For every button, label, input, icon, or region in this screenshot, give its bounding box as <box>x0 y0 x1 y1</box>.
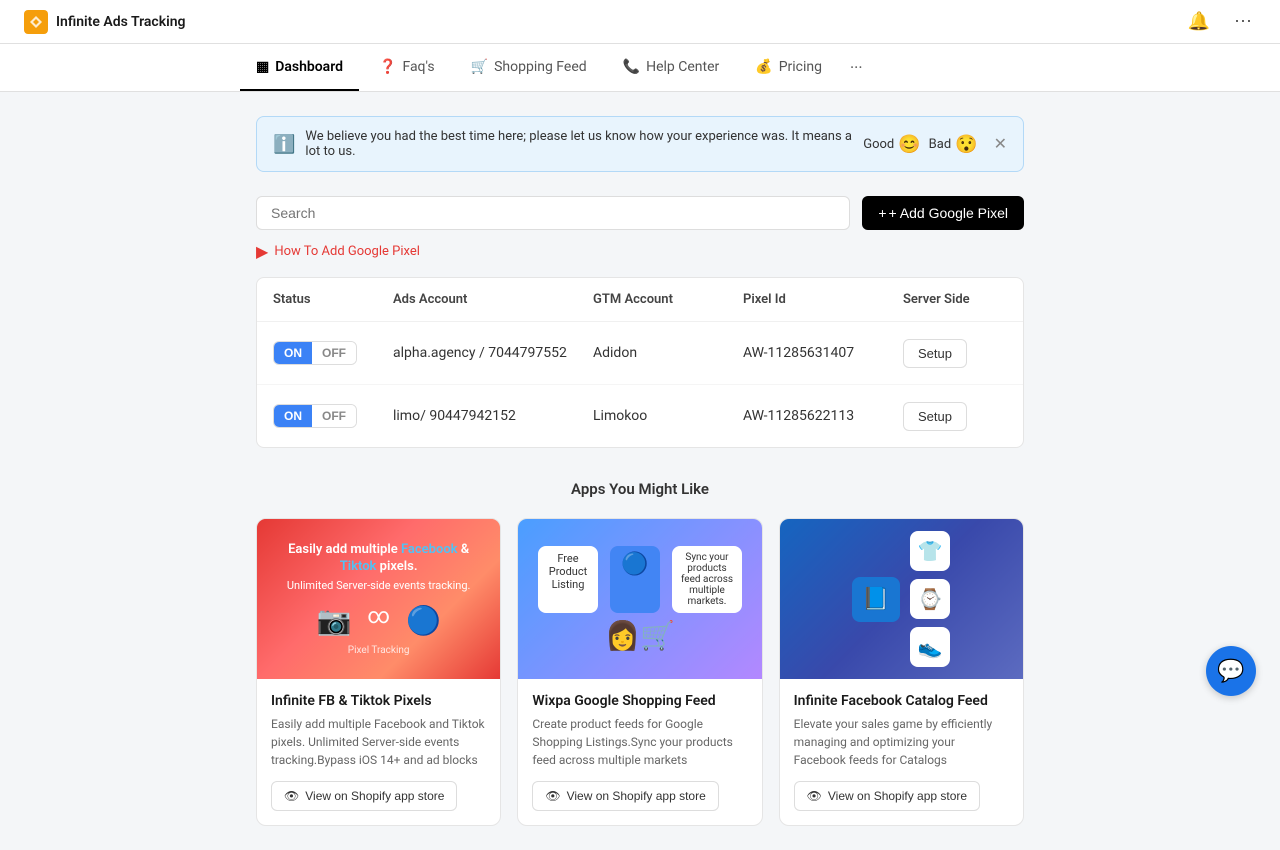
nav-item-faqs[interactable]: ❓ Faq's <box>363 45 451 91</box>
setup-button-2[interactable]: Setup <box>903 402 967 431</box>
bad-label: Bad <box>929 137 952 152</box>
shopping-icon: 🛒 <box>471 59 488 75</box>
main-nav: ▦ Dashboard ❓ Faq's 🛒 Shopping Feed 📞 He… <box>0 44 1280 92</box>
store-icon-3: 👁 <box>807 789 822 803</box>
search-input[interactable] <box>256 196 850 230</box>
header-right: 🔔 ⋯ <box>1184 7 1256 36</box>
app-card-image-3: 📘 👕 ⌚ 👟 <box>780 519 1023 679</box>
app-header: Infinite Ads Tracking 🔔 ⋯ <box>0 0 1280 44</box>
table-header: Status Ads Account GTM Account Pixel Id … <box>257 278 1023 322</box>
col-gtm-account: GTM Account <box>593 292 743 307</box>
good-label: Good <box>863 137 894 152</box>
pixels-table: Status Ads Account GTM Account Pixel Id … <box>256 277 1024 448</box>
alert-banner: ℹ️ We believe you had the best time here… <box>256 116 1024 172</box>
col-pixel-id: Pixel Id <box>743 292 903 307</box>
nav-item-help-center[interactable]: 📞 Help Center <box>607 45 736 91</box>
app-card-desc-3: Elevate your sales game by efficiently m… <box>794 715 1009 769</box>
col-status: Status <box>273 292 393 307</box>
app-card-title-2: Wixpa Google Shopping Feed <box>532 693 747 709</box>
phone-icon: 📞 <box>623 59 640 75</box>
col-server-side: Server Side <box>903 292 1024 307</box>
dashboard-icon: ▦ <box>256 59 269 75</box>
table-row: ON OFF alpha.agency / 7044797552 Adidon … <box>257 322 1023 385</box>
server-side-2: Setup <box>903 402 1024 431</box>
status-toggle-1[interactable]: ON OFF <box>273 341 393 365</box>
toggle-on-button[interactable]: ON <box>274 405 312 427</box>
pixel-id-1: AW-11285631407 <box>743 345 903 361</box>
more-options-icon[interactable]: ⋯ <box>1230 7 1256 36</box>
youtube-icon: ▶ <box>256 242 268 261</box>
nav-item-dashboard[interactable]: ▦ Dashboard <box>240 45 359 91</box>
app-card-body-1: Infinite FB & Tiktok Pixels Easily add m… <box>257 679 500 825</box>
app-card-body-2: Wixpa Google Shopping Feed Create produc… <box>518 679 761 825</box>
nav-more-icon[interactable]: ··· <box>842 44 871 91</box>
faqs-icon: ❓ <box>379 59 396 75</box>
app-title: Infinite Ads Tracking <box>56 14 186 30</box>
pixel-id-2: AW-11285622113 <box>743 408 903 424</box>
alert-left: ℹ️ We believe you had the best time here… <box>273 129 863 159</box>
alert-right: Good 😊 Bad 😯 ✕ <box>863 134 1007 155</box>
gtm-account-2: Limokoo <box>593 408 743 424</box>
app-card-fb-tiktok[interactable]: Easily add multiple Facebook & Tiktok pi… <box>256 518 501 826</box>
apps-section: Apps You Might Like Easily add multiple … <box>256 480 1024 826</box>
table-row: ON OFF limo/ 90447942152 Limokoo AW-1128… <box>257 385 1023 447</box>
store-icon-1: 👁 <box>284 789 299 803</box>
toggle-on-button[interactable]: ON <box>274 342 312 364</box>
add-pixel-button[interactable]: + + Add Google Pixel <box>862 196 1024 230</box>
good-feedback[interactable]: Good 😊 <box>863 134 920 155</box>
gtm-account-1: Adidon <box>593 345 743 361</box>
bad-emoji: 😯 <box>955 134 977 155</box>
toggle-off-button[interactable]: OFF <box>312 405 356 427</box>
app-card-image-2: Free Product Listing 🔵 Sync your product… <box>518 519 761 679</box>
alert-close-button[interactable]: ✕ <box>994 134 1007 154</box>
nav-item-pricing[interactable]: 💰 Pricing <box>739 45 838 91</box>
toggle-off-button[interactable]: OFF <box>312 342 356 364</box>
col-ads-account: Ads Account <box>393 292 593 307</box>
view-store-btn-1[interactable]: 👁 View on Shopify app store <box>271 781 457 811</box>
app-card-title-1: Infinite FB & Tiktok Pixels <box>271 693 486 709</box>
view-store-btn-2[interactable]: 👁 View on Shopify app store <box>532 781 718 811</box>
app-card-desc-1: Easily add multiple Facebook and Tiktok … <box>271 715 486 769</box>
alert-text: We believe you had the best time here; p… <box>305 129 863 159</box>
apps-section-title: Apps You Might Like <box>256 480 1024 498</box>
how-to-link[interactable]: ▶ How To Add Google Pixel <box>256 242 1024 261</box>
plus-icon: + <box>878 205 886 221</box>
app-card-body-3: Infinite Facebook Catalog Feed Elevate y… <box>780 679 1023 825</box>
chat-bubble[interactable]: 💬 <box>1206 646 1256 696</box>
store-icon-2: 👁 <box>545 789 560 803</box>
app-card-image-1: Easily add multiple Facebook & Tiktok pi… <box>257 519 500 679</box>
ads-account-1: alpha.agency / 7044797552 <box>393 345 593 361</box>
search-row: + + Add Google Pixel <box>256 196 1024 230</box>
app-card-title-3: Infinite Facebook Catalog Feed <box>794 693 1009 709</box>
app-card-google-shopping[interactable]: Free Product Listing 🔵 Sync your product… <box>517 518 762 826</box>
server-side-1: Setup <box>903 339 1024 368</box>
main-content: ℹ️ We believe you had the best time here… <box>240 92 1040 850</box>
notifications-icon[interactable]: 🔔 <box>1184 7 1214 36</box>
app-card-fb-catalog[interactable]: 📘 👕 ⌚ 👟 Infinite Facebook Catalog Feed E… <box>779 518 1024 826</box>
view-store-btn-3[interactable]: 👁 View on Shopify app store <box>794 781 980 811</box>
status-toggle-2[interactable]: ON OFF <box>273 404 393 428</box>
apps-grid: Easily add multiple Facebook & Tiktok pi… <box>256 518 1024 826</box>
nav-item-shopping-feed[interactable]: 🛒 Shopping Feed <box>455 45 603 91</box>
app-logo <box>24 10 48 34</box>
header-left: Infinite Ads Tracking <box>24 10 186 34</box>
setup-button-1[interactable]: Setup <box>903 339 967 368</box>
good-emoji: 😊 <box>898 134 920 155</box>
pricing-icon: 💰 <box>755 59 772 75</box>
bad-feedback[interactable]: Bad 😯 <box>929 134 978 155</box>
ads-account-2: limo/ 90447942152 <box>393 408 593 424</box>
info-icon: ℹ️ <box>273 134 295 155</box>
app-card-desc-2: Create product feeds for Google Shopping… <box>532 715 747 769</box>
